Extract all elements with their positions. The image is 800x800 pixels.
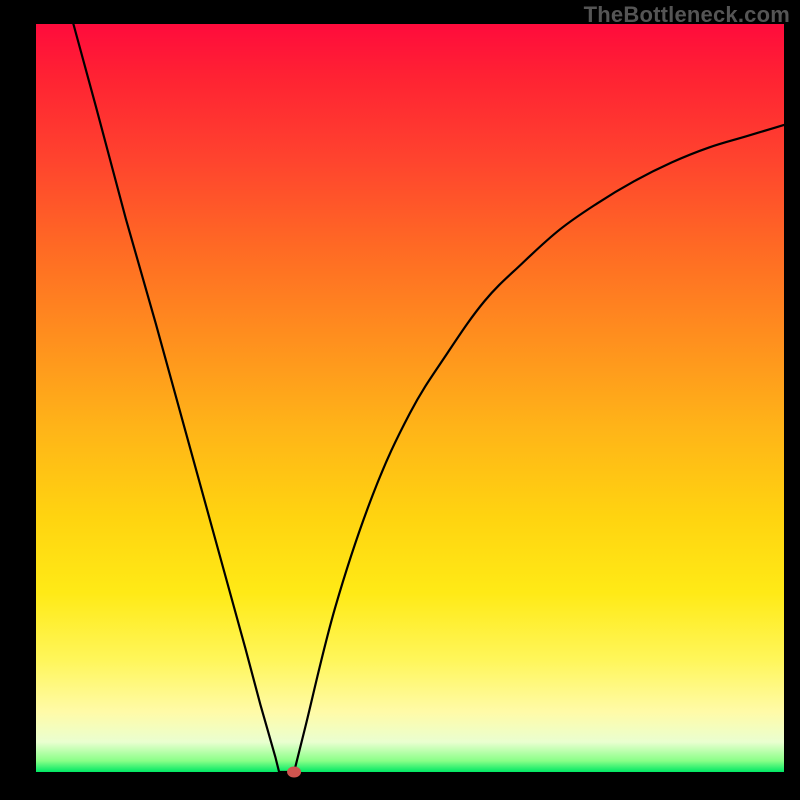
curve-path — [73, 24, 784, 772]
chart-frame: TheBottleneck.com — [0, 0, 800, 800]
bottleneck-curve — [36, 24, 784, 772]
plot-area — [36, 24, 784, 772]
watermark-text: TheBottleneck.com — [584, 2, 790, 28]
valley-marker — [287, 767, 301, 778]
